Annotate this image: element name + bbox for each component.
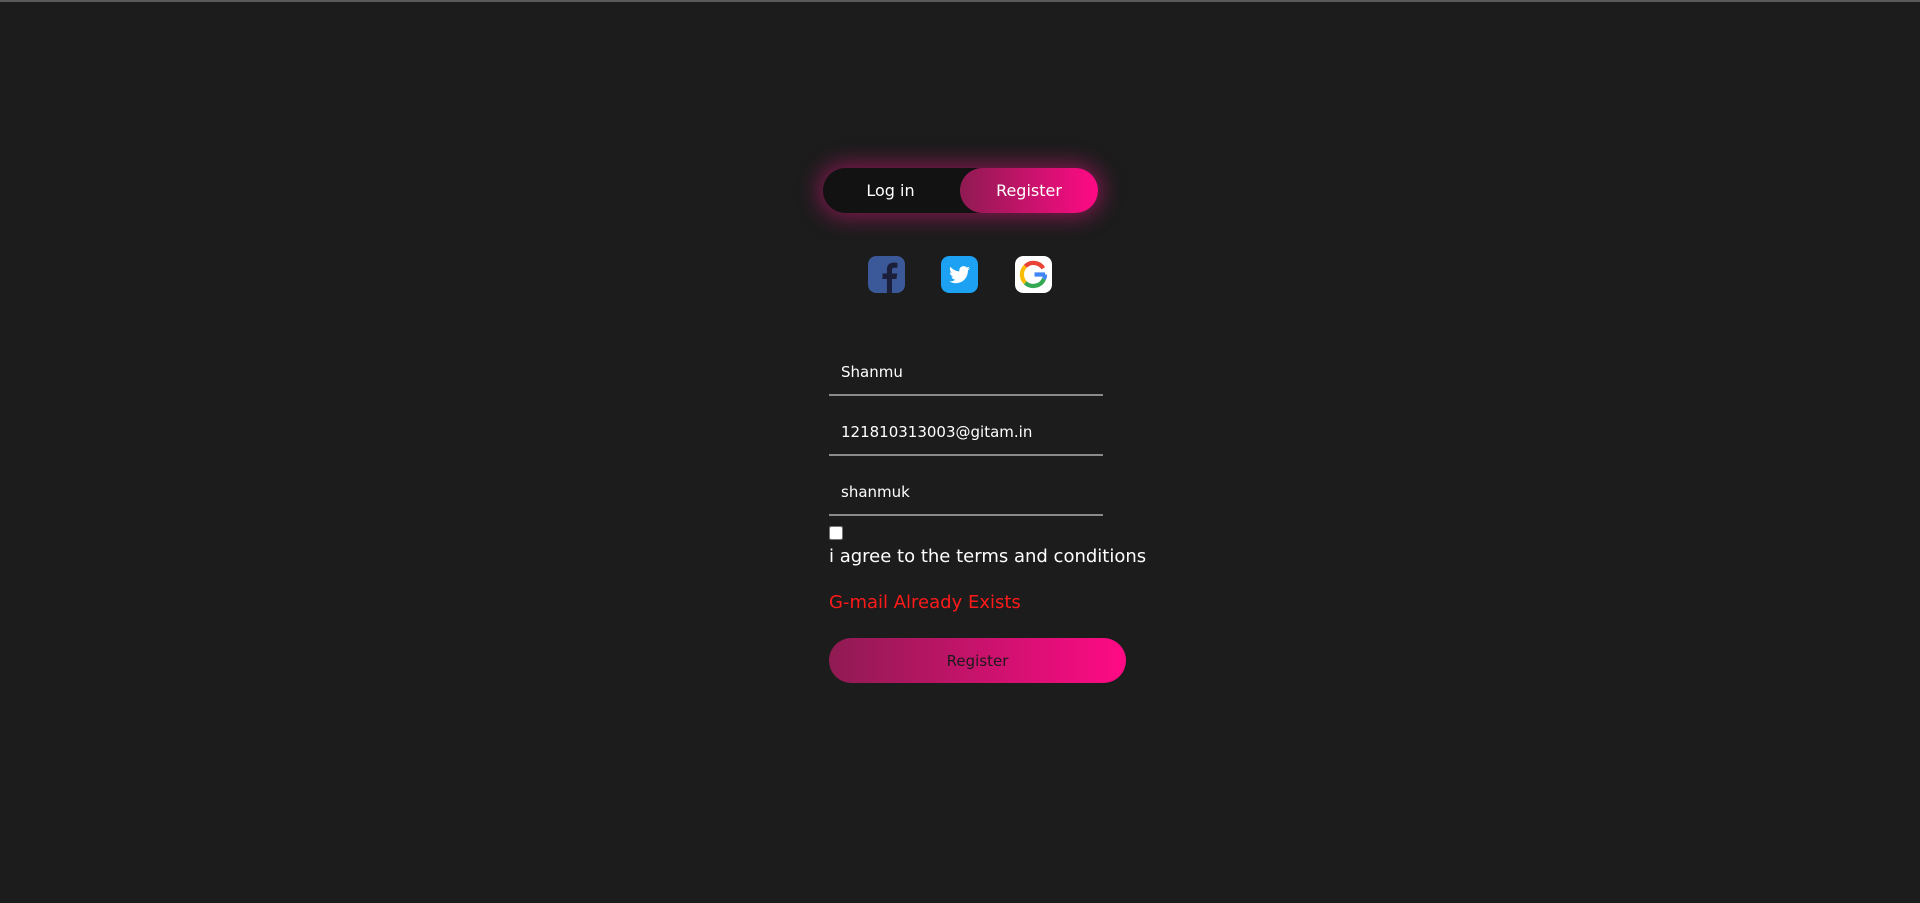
password-field[interactable]: [829, 470, 1103, 516]
browser-top-border: [0, 0, 1920, 2]
terms-label: i agree to the terms and conditions: [829, 546, 1147, 567]
auth-mode-toggle: Log in Register: [823, 168, 1098, 213]
login-toggle-button[interactable]: Log in: [823, 168, 958, 213]
twitter-icon[interactable]: [941, 256, 978, 293]
terms-checkbox[interactable]: [829, 526, 843, 540]
facebook-icon[interactable]: [868, 256, 905, 293]
email-field[interactable]: [829, 410, 1103, 456]
register-submit-button[interactable]: Register: [829, 638, 1126, 683]
name-field[interactable]: [829, 350, 1103, 396]
register-toggle-button[interactable]: Register: [960, 168, 1098, 213]
google-icon[interactable]: [1015, 256, 1052, 293]
error-message: G-mail Already Exists: [829, 592, 1021, 613]
